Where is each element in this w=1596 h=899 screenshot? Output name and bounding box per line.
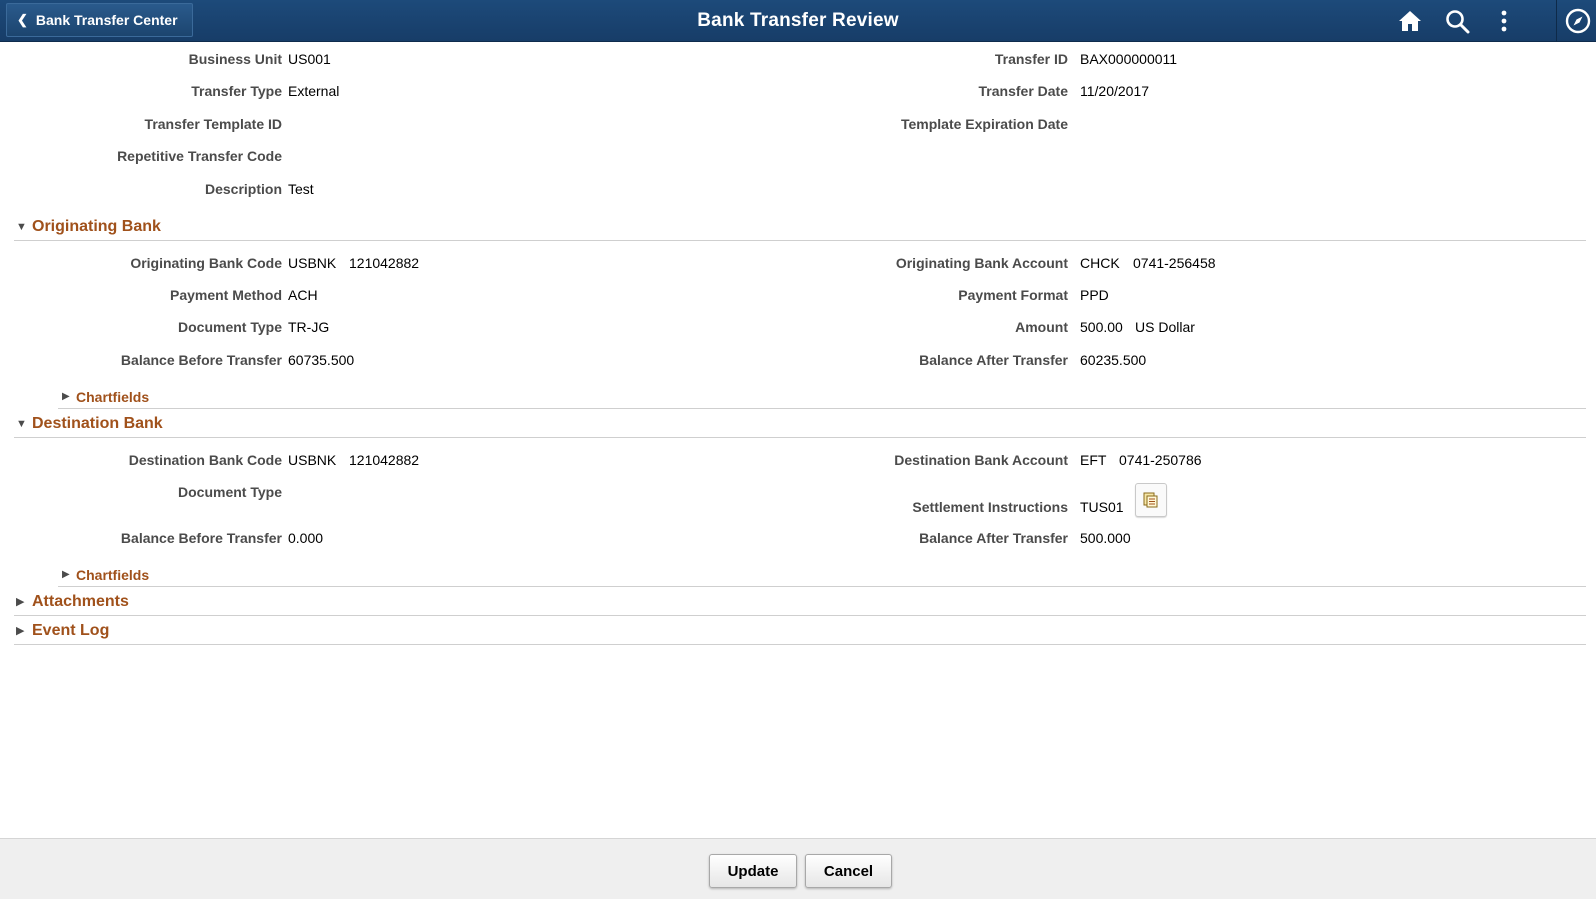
triangle-right-icon: ▶	[62, 391, 70, 402]
transfer-date-value: 11/20/2017	[1080, 83, 1150, 99]
orig-bank-code-value: USBNK	[288, 255, 337, 271]
settlement-instructions-label: Settlement Instructions	[912, 499, 1068, 515]
amount-label: Amount	[1015, 319, 1068, 335]
dest-chartfields-title: Chartfields	[76, 566, 150, 583]
dest-bank-code-value: USBNK	[288, 452, 337, 468]
navbar-compass-icon[interactable]	[1564, 7, 1592, 35]
attachments-title: Attachments	[32, 592, 129, 610]
currency-value: US Dollar	[1135, 319, 1195, 335]
originating-bank-section-header[interactable]: ▼ Originating Bank	[14, 213, 1586, 241]
transfer-id-value: BAX000000011	[1080, 51, 1178, 67]
transfer-date-label: Transfer Date	[978, 83, 1068, 99]
dest-balance-before-value: 0.000	[288, 530, 324, 546]
dest-chartfields-header[interactable]: ▶ Chartfields	[58, 563, 1586, 587]
main-content: Business Unit US001 Transfer Type Extern…	[0, 42, 1596, 838]
document-list-icon	[1143, 492, 1158, 508]
payment-format-value: PPD	[1080, 287, 1109, 303]
template-expiration-label: Template Expiration Date	[900, 116, 1068, 132]
orig-bank-routing-value: 121042882	[349, 255, 420, 271]
orig-balance-before-label: Balance Before Transfer	[120, 352, 282, 368]
settlement-details-button[interactable]	[1135, 483, 1167, 517]
transfer-id-label: Transfer ID	[994, 51, 1068, 67]
triangle-right-icon: ▶	[16, 596, 25, 608]
dest-balance-after-value: 500.000	[1080, 530, 1131, 546]
page-title: Bank Transfer Review	[697, 10, 899, 31]
business-unit-label: Business Unit	[188, 51, 282, 67]
orig-bank-code-label: Originating Bank Code	[130, 255, 282, 271]
transfer-type-label: Transfer Type	[191, 83, 282, 99]
header-divider	[1556, 0, 1557, 42]
orig-chartfields-title: Chartfields	[76, 388, 150, 405]
dest-bank-code-label: Destination Bank Code	[128, 452, 282, 468]
orig-balance-before-value: 60735.500	[288, 352, 355, 368]
destination-bank-section-header[interactable]: ▼ Destination Bank	[14, 410, 1586, 438]
actions-menu-icon[interactable]	[1490, 7, 1518, 35]
description-label: Description	[204, 181, 282, 197]
dest-account-type-value: EFT	[1080, 452, 1107, 468]
destination-bank-title: Destination Bank	[32, 414, 163, 432]
amount-value: 500.00	[1080, 319, 1123, 335]
description-value: Test	[288, 181, 314, 197]
payment-method-label: Payment Method	[169, 287, 282, 303]
triangle-right-icon: ▶	[62, 569, 70, 580]
dest-bank-routing-value: 121042882	[349, 452, 420, 468]
triangle-right-icon: ▶	[16, 625, 25, 637]
orig-document-type-value: TR-JG	[288, 319, 330, 335]
orig-chartfields-header[interactable]: ▶ Chartfields	[58, 385, 1586, 409]
cancel-button[interactable]: Cancel	[805, 854, 892, 888]
orig-balance-after-value: 60235.500	[1080, 352, 1147, 368]
dest-bank-account-label: Destination Bank Account	[894, 452, 1068, 468]
settlement-instructions-value: TUS01	[1080, 499, 1124, 515]
banner: ❮ Bank Transfer Center Bank Transfer Rev…	[0, 0, 1596, 42]
footer-toolbar: Update Cancel	[0, 838, 1596, 899]
transfer-type-value: External	[288, 83, 340, 99]
payment-method-value: ACH	[288, 287, 318, 303]
originating-bank-title: Originating Bank	[32, 217, 161, 235]
orig-balance-after-label: Balance After Transfer	[919, 352, 1068, 368]
template-id-label: Transfer Template ID	[144, 116, 282, 132]
update-button[interactable]: Update	[709, 854, 797, 888]
repetitive-code-label: Repetitive Transfer Code	[117, 148, 282, 164]
business-unit-value: US001	[288, 51, 331, 67]
dest-account-number-value: 0741-250786	[1119, 452, 1202, 468]
orig-account-type-value: CHCK	[1080, 255, 1120, 271]
search-icon[interactable]	[1443, 7, 1471, 35]
dest-balance-after-label: Balance After Transfer	[919, 530, 1068, 546]
event-log-title: Event Log	[32, 621, 110, 639]
orig-document-type-label: Document Type	[178, 319, 282, 335]
orig-bank-account-label: Originating Bank Account	[895, 255, 1068, 271]
payment-format-label: Payment Format	[958, 287, 1068, 303]
orig-account-number-value: 0741-256458	[1133, 255, 1216, 271]
triangle-down-icon: ▼	[16, 417, 27, 430]
event-log-section-header[interactable]: ▶ Event Log	[14, 617, 1586, 645]
home-icon[interactable]	[1396, 7, 1424, 35]
dest-balance-before-label: Balance Before Transfer	[120, 530, 282, 546]
dest-document-type-label: Document Type	[178, 484, 282, 500]
attachments-section-header[interactable]: ▶ Attachments	[14, 588, 1586, 616]
triangle-down-icon: ▼	[16, 220, 27, 233]
